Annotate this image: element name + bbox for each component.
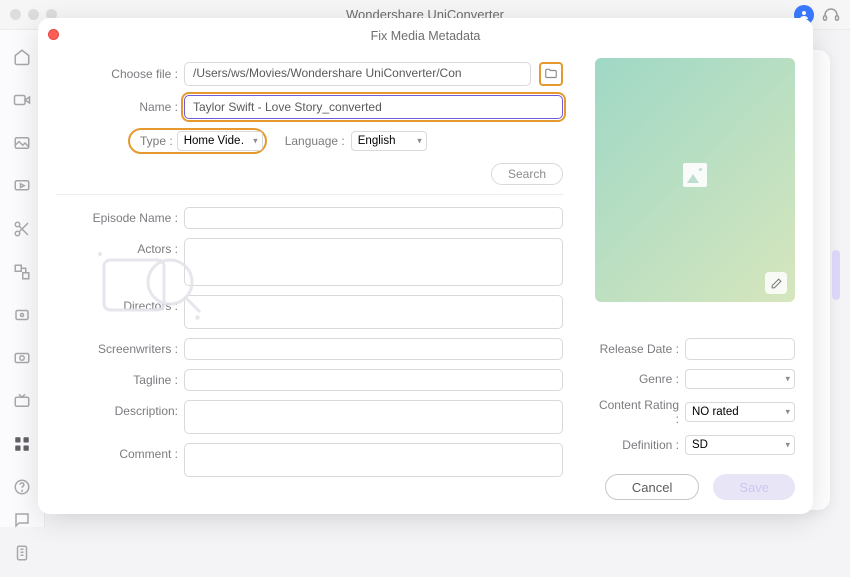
toolbox-icon[interactable] <box>13 435 31 456</box>
dialog-header: Fix Media Metadata <box>38 18 813 54</box>
name-field[interactable] <box>184 95 563 119</box>
actors-field[interactable] <box>184 238 563 286</box>
decorative-magnifier-icon <box>98 246 218 324</box>
background-accent <box>832 250 840 300</box>
comment-field[interactable] <box>184 443 563 477</box>
tagline-label: Tagline : <box>56 373 184 387</box>
episode-label: Episode Name : <box>56 211 184 225</box>
player-icon[interactable] <box>13 177 31 198</box>
content-rating-select[interactable]: NO rated <box>685 402 795 422</box>
screenwriters-field[interactable] <box>184 338 563 360</box>
choose-file-label: Choose file : <box>56 67 184 81</box>
record-icon[interactable] <box>13 349 31 370</box>
save-button[interactable]: Save <box>713 474 795 500</box>
browse-button[interactable] <box>539 62 563 86</box>
folder-icon <box>544 67 558 81</box>
edit-cover-button[interactable] <box>765 272 787 294</box>
directors-field[interactable] <box>184 295 563 329</box>
release-date-label: Release Date : <box>595 342 685 356</box>
section-divider <box>56 194 563 195</box>
support-icon[interactable] <box>822 6 840 24</box>
file-path-field[interactable]: /Users/ws/Movies/Wondershare UniConverte… <box>184 62 531 86</box>
type-select[interactable]: Home Vide… <box>177 131 263 151</box>
screenwriters-label: Screenwriters : <box>56 342 184 356</box>
content-rating-label: Content Rating : <box>595 398 685 426</box>
description-field[interactable] <box>184 400 563 434</box>
help-icon[interactable] <box>13 478 31 499</box>
language-label: Language : <box>285 134 345 148</box>
cancel-button[interactable]: Cancel <box>605 474 699 500</box>
image-icon[interactable] <box>13 134 31 155</box>
tagline-field[interactable] <box>184 369 563 391</box>
description-label: Description: <box>56 400 184 418</box>
dialog-title: Fix Media Metadata <box>371 29 481 43</box>
episode-field[interactable] <box>184 207 563 229</box>
feedback-icon[interactable] <box>13 511 31 532</box>
crop-icon[interactable] <box>13 306 31 327</box>
type-label: Type : <box>132 134 177 148</box>
genre-label: Genre : <box>595 372 685 386</box>
cut-icon[interactable] <box>13 220 31 241</box>
comment-label: Comment : <box>56 443 184 461</box>
tv-icon[interactable] <box>13 392 31 413</box>
name-label: Name : <box>56 100 184 114</box>
search-button[interactable]: Search <box>491 163 563 185</box>
definition-label: Definition : <box>595 438 685 452</box>
definition-select[interactable]: SD <box>685 435 795 455</box>
home-icon[interactable] <box>13 48 31 69</box>
cover-art <box>595 58 795 302</box>
image-placeholder-icon <box>683 163 707 187</box>
close-icon[interactable] <box>48 29 59 40</box>
settings-icon[interactable] <box>13 544 31 565</box>
merge-icon[interactable] <box>13 263 31 284</box>
fix-metadata-dialog: Fix Media Metadata Choose file : /Users/… <box>38 18 813 514</box>
release-date-field[interactable] <box>685 338 795 360</box>
genre-select[interactable] <box>685 369 795 389</box>
video-icon[interactable] <box>13 91 31 112</box>
pencil-icon <box>770 277 783 290</box>
language-select[interactable]: English <box>351 131 427 151</box>
